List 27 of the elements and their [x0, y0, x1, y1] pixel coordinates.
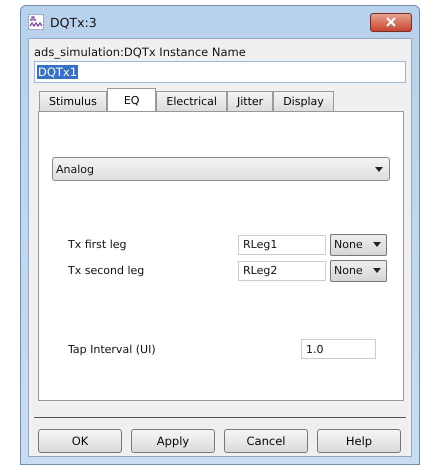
leg-field[interactable]: RLeg1	[238, 234, 326, 254]
tab[interactable]: Electrical	[156, 91, 227, 111]
waveform-icon	[28, 14, 44, 30]
caret-icon	[373, 268, 381, 273]
close-icon	[386, 17, 396, 27]
window-title: DQTx:3	[50, 14, 98, 30]
dialog-button[interactable]: Apply	[131, 429, 215, 453]
field-label: Tx second leg	[67, 264, 146, 277]
field-label: Tx first leg	[67, 238, 128, 251]
unit-dropdown[interactable]: None	[330, 234, 387, 256]
leg-field[interactable]: RLeg2	[238, 260, 326, 280]
field-label: Tap Interval (UI)	[67, 342, 157, 356]
dialog-button[interactable]: Help	[317, 429, 401, 453]
dialog-button[interactable]: Cancel	[224, 429, 308, 453]
tab[interactable]: Jitter	[226, 91, 274, 111]
instance-name-field[interactable]: DQTx1	[34, 61, 406, 83]
close-button[interactable]	[370, 12, 412, 32]
mode-dropdown[interactable]: Analog	[52, 157, 390, 181]
caret-icon	[373, 242, 381, 247]
tab[interactable]: Stimulus	[39, 91, 107, 111]
tap-interval-field[interactable]: 1.0	[301, 339, 376, 359]
dialog-button[interactable]: OK	[38, 429, 122, 453]
unit-dropdown[interactable]: None	[330, 260, 387, 282]
tab[interactable]: Display	[273, 91, 334, 111]
caret-icon	[375, 166, 383, 172]
field-label: ads_simulation:DQTx Instance Name	[34, 45, 247, 59]
tab[interactable]: EQ	[106, 88, 156, 111]
